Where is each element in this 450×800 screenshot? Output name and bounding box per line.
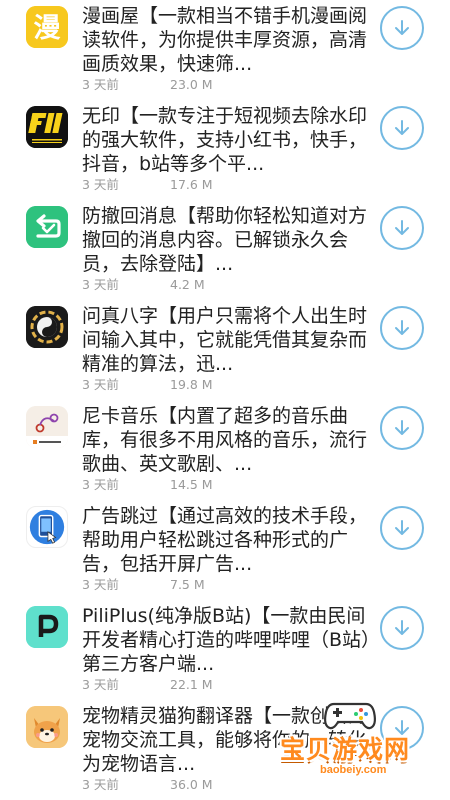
item-text: 无印【一款专注于短视频去除水印的强大软件，支持小红书，快手，抖音，b站等多个平.…: [82, 104, 382, 176]
app-meta: 3 天前 14.5 M: [82, 474, 213, 493]
download-arrow-icon: [395, 720, 409, 735]
file-size: 4.2 M: [170, 277, 205, 292]
update-date: 3 天前: [82, 377, 119, 392]
update-date: 3 天前: [82, 177, 119, 192]
update-date: 3 天前: [82, 777, 119, 792]
file-size: 36.0 M: [170, 777, 213, 792]
app-description: PiliPlus(纯净版B站)【一款由民间开发者精心打造的哔哩哔哩（B站）第三方…: [82, 605, 381, 675]
file-size: 14.5 M: [170, 477, 213, 492]
app-description: 尼卡音乐【内置了超多的音乐曲库，有很多不用风格的音乐，流行歌曲、英文歌剧、...: [82, 405, 368, 475]
pilipilus-icon[interactable]: [26, 606, 68, 648]
download-arrow-icon: [395, 320, 409, 335]
item-text: 尼卡音乐【内置了超多的音乐曲库，有很多不用风格的音乐，流行歌曲、英文歌剧、...: [82, 404, 382, 476]
svg-text:漫: 漫: [34, 13, 61, 44]
list-item[interactable]: 无印【一款专注于短视频去除水印的强大软件，支持小红书，快手，抖音，b站等多个平.…: [0, 100, 450, 200]
app-meta: 3 天前 7.5 M: [82, 574, 205, 593]
item-text: 漫画屋【一款相当不错手机漫画阅读软件，为你提供丰厚资源，高清画质效果，快速筛..…: [82, 4, 382, 76]
download-button[interactable]: [380, 406, 424, 450]
download-arrow-icon: [395, 220, 409, 235]
file-size: 23.0 M: [170, 77, 213, 92]
list-item[interactable]: 防撤回消息【帮助你轻松知道对方撤回的消息内容。已解锁永久会员，去除登陆】... …: [0, 200, 450, 300]
list-item[interactable]: 尼卡音乐【内置了超多的音乐曲库，有很多不用风格的音乐，流行歌曲、英文歌剧、...…: [0, 400, 450, 500]
app-description: 无印【一款专注于短视频去除水印的强大软件，支持小红书，快手，抖音，b站等多个平.…: [82, 105, 368, 175]
anti-recall-icon[interactable]: [26, 206, 68, 248]
item-text: 问真八字【用户只需将个人出生时间输入其中，它就能凭借其复杂而精准的算法，迅...: [82, 304, 382, 376]
download-arrow-icon: [395, 620, 409, 635]
update-date: 3 天前: [82, 577, 119, 592]
file-size: 19.8 M: [170, 377, 213, 392]
nika-music-icon[interactable]: [26, 406, 68, 448]
download-arrow-icon: [395, 520, 409, 535]
pet-translator-icon[interactable]: [26, 706, 68, 748]
list-item[interactable]: PiliPlus(纯净版B站)【一款由民间开发者精心打造的哔哩哔哩（B站）第三方…: [0, 600, 450, 700]
app-description: 问真八字【用户只需将个人出生时间输入其中，它就能凭借其复杂而精准的算法，迅...: [82, 305, 368, 375]
wuyin-watermark-remover-icon[interactable]: [26, 106, 68, 148]
download-arrow-icon: [395, 120, 409, 135]
app-meta: 3 天前 36.0 M: [82, 774, 213, 793]
list-item[interactable]: 问真八字【用户只需将个人出生时间输入其中，它就能凭借其复杂而精准的算法，迅...…: [0, 300, 450, 400]
file-size: 17.6 M: [170, 177, 213, 192]
download-button[interactable]: [380, 306, 424, 350]
download-button[interactable]: [380, 206, 424, 250]
update-date: 3 天前: [82, 77, 119, 92]
app-meta: 3 天前 17.6 M: [82, 174, 213, 193]
list-item[interactable]: 广告跳过【通过高效的技术手段，帮助用户轻松跳过各种形式的广告，包括开屏广告...…: [0, 500, 450, 600]
download-arrow-icon: [395, 20, 409, 35]
file-size: 22.1 M: [170, 677, 213, 692]
app-description: 漫画屋【一款相当不错手机漫画阅读软件，为你提供丰厚资源，高清画质效果，快速筛..…: [82, 5, 368, 75]
update-date: 3 天前: [82, 277, 119, 292]
ad-skip-icon[interactable]: [26, 506, 68, 548]
list-item[interactable]: 宠物精灵猫狗翻译器【一款创新的宠物交流工具，能够将你的...转化为宠物语言...…: [0, 700, 450, 800]
list-item[interactable]: 漫 漫画屋【一款相当不错手机漫画阅读软件，为你提供丰厚资源，高清画质效果，快速筛…: [0, 0, 450, 100]
app-list: 漫 漫画屋【一款相当不错手机漫画阅读软件，为你提供丰厚资源，高清画质效果，快速筛…: [0, 0, 450, 800]
update-date: 3 天前: [82, 477, 119, 492]
item-text: PiliPlus(纯净版B站)【一款由民间开发者精心打造的哔哩哔哩（B站）第三方…: [82, 604, 382, 676]
app-meta: 3 天前 23.0 M: [82, 74, 213, 93]
download-arrow-icon: [395, 420, 409, 435]
item-text: 广告跳过【通过高效的技术手段，帮助用户轻松跳过各种形式的广告，包括开屏广告...: [82, 504, 382, 576]
app-meta: 3 天前 4.2 M: [82, 274, 205, 293]
download-button[interactable]: [380, 606, 424, 650]
app-meta: 3 天前 19.8 M: [82, 374, 213, 393]
update-date: 3 天前: [82, 677, 119, 692]
download-button[interactable]: [380, 506, 424, 550]
download-button[interactable]: [380, 706, 424, 750]
app-meta: 3 天前 22.1 M: [82, 674, 213, 693]
download-button[interactable]: [380, 6, 424, 50]
item-text: 防撤回消息【帮助你轻松知道对方撤回的消息内容。已解锁永久会员，去除登陆】...: [82, 204, 382, 276]
app-description: 宠物精灵猫狗翻译器【一款创新的宠物交流工具，能够将你的...转化为宠物语言...: [82, 705, 368, 775]
download-button[interactable]: [380, 106, 424, 150]
app-description: 防撤回消息【帮助你轻松知道对方撤回的消息内容。已解锁永久会员，去除登陆】...: [82, 205, 368, 275]
bagua-icon[interactable]: [26, 306, 68, 348]
file-size: 7.5 M: [170, 577, 205, 592]
item-text: 宠物精灵猫狗翻译器【一款创新的宠物交流工具，能够将你的...转化为宠物语言...: [82, 704, 382, 776]
manhua-house-icon[interactable]: 漫: [26, 6, 68, 48]
app-description: 广告跳过【通过高效的技术手段，帮助用户轻松跳过各种形式的广告，包括开屏广告...: [82, 505, 368, 575]
